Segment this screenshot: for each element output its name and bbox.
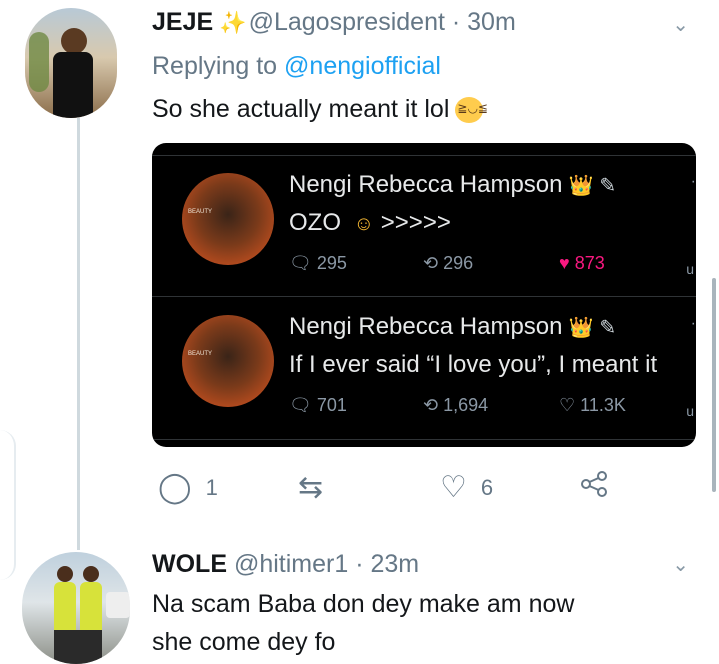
embedded-text-suffix: >>>>> bbox=[380, 209, 451, 236]
divider bbox=[152, 296, 696, 297]
scrollbar[interactable] bbox=[712, 278, 716, 492]
reply-button[interactable]: ◯ 1 bbox=[158, 470, 218, 505]
tweet-text-line: Na scam Baba don dey make am now bbox=[152, 590, 575, 618]
share-icon bbox=[581, 471, 607, 497]
crown-icon: 👑 bbox=[568, 175, 594, 197]
like-count: 873 bbox=[574, 253, 605, 273]
more-icon: · bbox=[690, 173, 696, 190]
like-count: 11.3K bbox=[580, 395, 626, 415]
like-stat: ♥ 873 bbox=[559, 253, 605, 274]
tweet-text-line: she come dey fo bbox=[152, 628, 336, 656]
mention-link[interactable]: @nengiofficial bbox=[284, 52, 441, 80]
embedded-display-name: Nengi Rebecca Hampson 👑 ✎ bbox=[289, 313, 616, 341]
reply-icon: 🗨︎ bbox=[289, 253, 312, 273]
tweet-text-body: So she actually meant it lol bbox=[152, 95, 450, 123]
embedded-image[interactable]: BEAUTY Nengi Rebecca Hampson 👑 ✎ · OZO ☺ >… bbox=[152, 143, 696, 447]
reply-stat: 🗨︎ 701 bbox=[289, 395, 347, 416]
tweet-header: JEJE ✨@Lagospresident · 30m bbox=[152, 8, 516, 37]
retweet-count: 296 bbox=[443, 253, 474, 273]
avatar-caption: BEAUTY bbox=[188, 209, 213, 215]
embedded-tweet-text: If I ever said “I love you”, I meant it bbox=[289, 351, 657, 379]
more-icon: · bbox=[690, 315, 696, 332]
retweet-icon: ⇆ bbox=[298, 471, 324, 504]
retweet-icon: ⟲ bbox=[423, 395, 439, 415]
separator-dot: · bbox=[451, 8, 461, 36]
tweet-text: So she actually meant it lol bbox=[152, 95, 488, 124]
reply-count: 295 bbox=[316, 253, 347, 273]
embedded-text-body: If I ever said “I love you”, I meant it bbox=[289, 351, 658, 378]
heart-outline-icon: ♡ bbox=[559, 395, 576, 415]
heart-filled-icon: ♥ bbox=[559, 253, 570, 273]
tweet-header: WOLE @hitimer1 · 23m bbox=[152, 550, 419, 579]
thread-connector-line bbox=[77, 118, 80, 550]
avatar[interactable] bbox=[25, 8, 117, 118]
crown-icon: 👑 bbox=[568, 317, 594, 339]
reply-icon: 🗨︎ bbox=[289, 395, 312, 415]
reply-icon: ◯ bbox=[158, 471, 192, 504]
king-face-icon: ☺ bbox=[353, 213, 375, 235]
timestamp[interactable]: 23m bbox=[370, 550, 419, 578]
pencil-icon: ✎ bbox=[599, 175, 617, 197]
separator-dot: · bbox=[355, 550, 364, 578]
share-button[interactable] bbox=[580, 470, 608, 498]
avatar-caption: BEAUTY bbox=[188, 351, 213, 357]
retweet-stat: ⟲ 296 bbox=[423, 253, 473, 274]
like-stat: ♡ 11.3K bbox=[559, 395, 626, 416]
display-name[interactable]: WOLE bbox=[152, 550, 227, 578]
like-button[interactable]: ♡ 6 bbox=[440, 470, 493, 505]
replying-label: Replying to bbox=[152, 52, 278, 80]
reply-count: 1 bbox=[205, 474, 218, 500]
divider bbox=[152, 439, 696, 440]
sparkle-icon: ✨ bbox=[219, 10, 247, 35]
embedded-avatar: BEAUTY bbox=[182, 315, 274, 407]
retweet-stat: ⟲ 1,694 bbox=[423, 395, 488, 416]
reply-count: 701 bbox=[316, 395, 347, 415]
embedded-avatar: BEAUTY bbox=[182, 173, 274, 265]
like-count: 6 bbox=[480, 474, 494, 500]
embedded-name-text: Nengi Rebecca Hampson bbox=[289, 313, 563, 340]
share-icon: u bbox=[686, 261, 694, 277]
retweet-button[interactable]: ⇆ bbox=[298, 470, 337, 505]
retweet-count: 1,694 bbox=[443, 395, 489, 415]
pencil-icon: ✎ bbox=[599, 317, 617, 339]
divider bbox=[152, 155, 696, 156]
retweet-icon: ⟲ bbox=[423, 253, 439, 273]
embedded-display-name: Nengi Rebecca Hampson 👑 ✎ bbox=[289, 171, 616, 199]
reply-stat: 🗨︎ 295 bbox=[289, 253, 347, 274]
user-handle[interactable]: @Lagospresident bbox=[249, 8, 445, 36]
laughing-cat-icon bbox=[455, 97, 488, 124]
display-name[interactable]: JEJE bbox=[152, 8, 213, 36]
tweet-actions: ◯ 1 ⇆ ♡ 6 bbox=[152, 470, 672, 510]
embedded-name-text: Nengi Rebecca Hampson bbox=[289, 171, 563, 198]
replying-to: Replying to @nengiofficial bbox=[152, 52, 441, 81]
side-panel-edge bbox=[0, 430, 16, 580]
embedded-tweet-text: OZO ☺ >>>>> bbox=[289, 209, 451, 237]
embedded-text-body: OZO bbox=[289, 209, 341, 236]
heart-outline-icon: ♡ bbox=[440, 471, 467, 504]
timestamp[interactable]: 30m bbox=[467, 8, 516, 36]
user-handle[interactable]: @hitimer1 bbox=[234, 550, 348, 578]
avatar[interactable] bbox=[22, 552, 130, 664]
chevron-down-icon[interactable]: ⌄ bbox=[672, 12, 689, 37]
share-icon: u bbox=[686, 403, 694, 419]
chevron-down-icon[interactable]: ⌄ bbox=[672, 552, 689, 577]
